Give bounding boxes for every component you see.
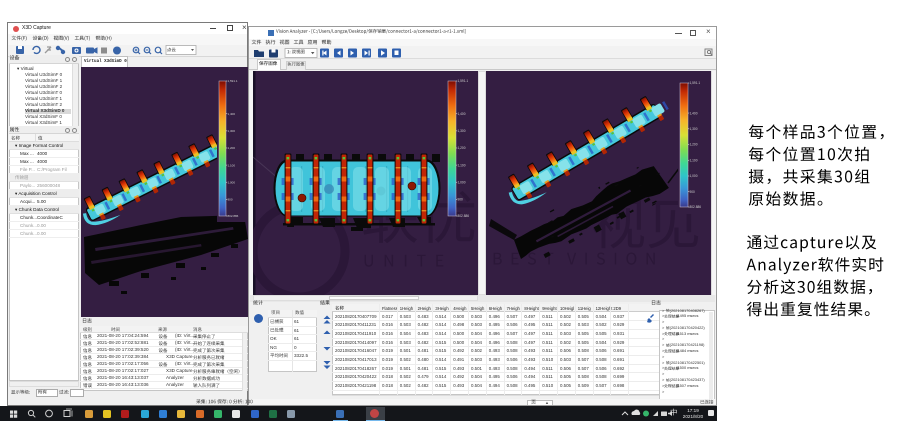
svg-text:1,591.1: 1,591.1 — [690, 81, 701, 85]
svg-text:1,400: 1,400 — [690, 111, 698, 115]
svg-text:1,000: 1,000 — [690, 174, 698, 178]
svg-text:1,591.1: 1,591.1 — [228, 79, 238, 83]
svg-text:1,100: 1,100 — [228, 163, 236, 167]
svg-text:1,300: 1,300 — [690, 127, 698, 131]
svg-text:1,000: 1,000 — [458, 180, 466, 184]
svg-text:1,200: 1,200 — [458, 146, 466, 150]
svg-text:802.886: 802.886 — [690, 205, 702, 209]
svg-text:1,100: 1,100 — [690, 158, 698, 162]
svg-text:1,591.1: 1,591.1 — [458, 79, 469, 83]
svg-text:802.886: 802.886 — [458, 214, 470, 218]
svg-text:1,100: 1,100 — [458, 163, 466, 167]
svg-text:900: 900 — [228, 198, 233, 202]
svg-text:1,200: 1,200 — [690, 143, 698, 147]
svg-text:1,300: 1,300 — [458, 129, 466, 133]
svg-text:900: 900 — [458, 198, 464, 202]
svg-text:900: 900 — [690, 190, 696, 194]
svg-text:1,000: 1,000 — [228, 180, 236, 184]
svg-text:1,400: 1,400 — [458, 112, 466, 116]
svg-text:1,400: 1,400 — [228, 112, 236, 116]
svg-text:1,200: 1,200 — [228, 146, 236, 150]
svg-text:802.886: 802.886 — [228, 214, 239, 218]
svg-text:1,300: 1,300 — [228, 129, 236, 133]
